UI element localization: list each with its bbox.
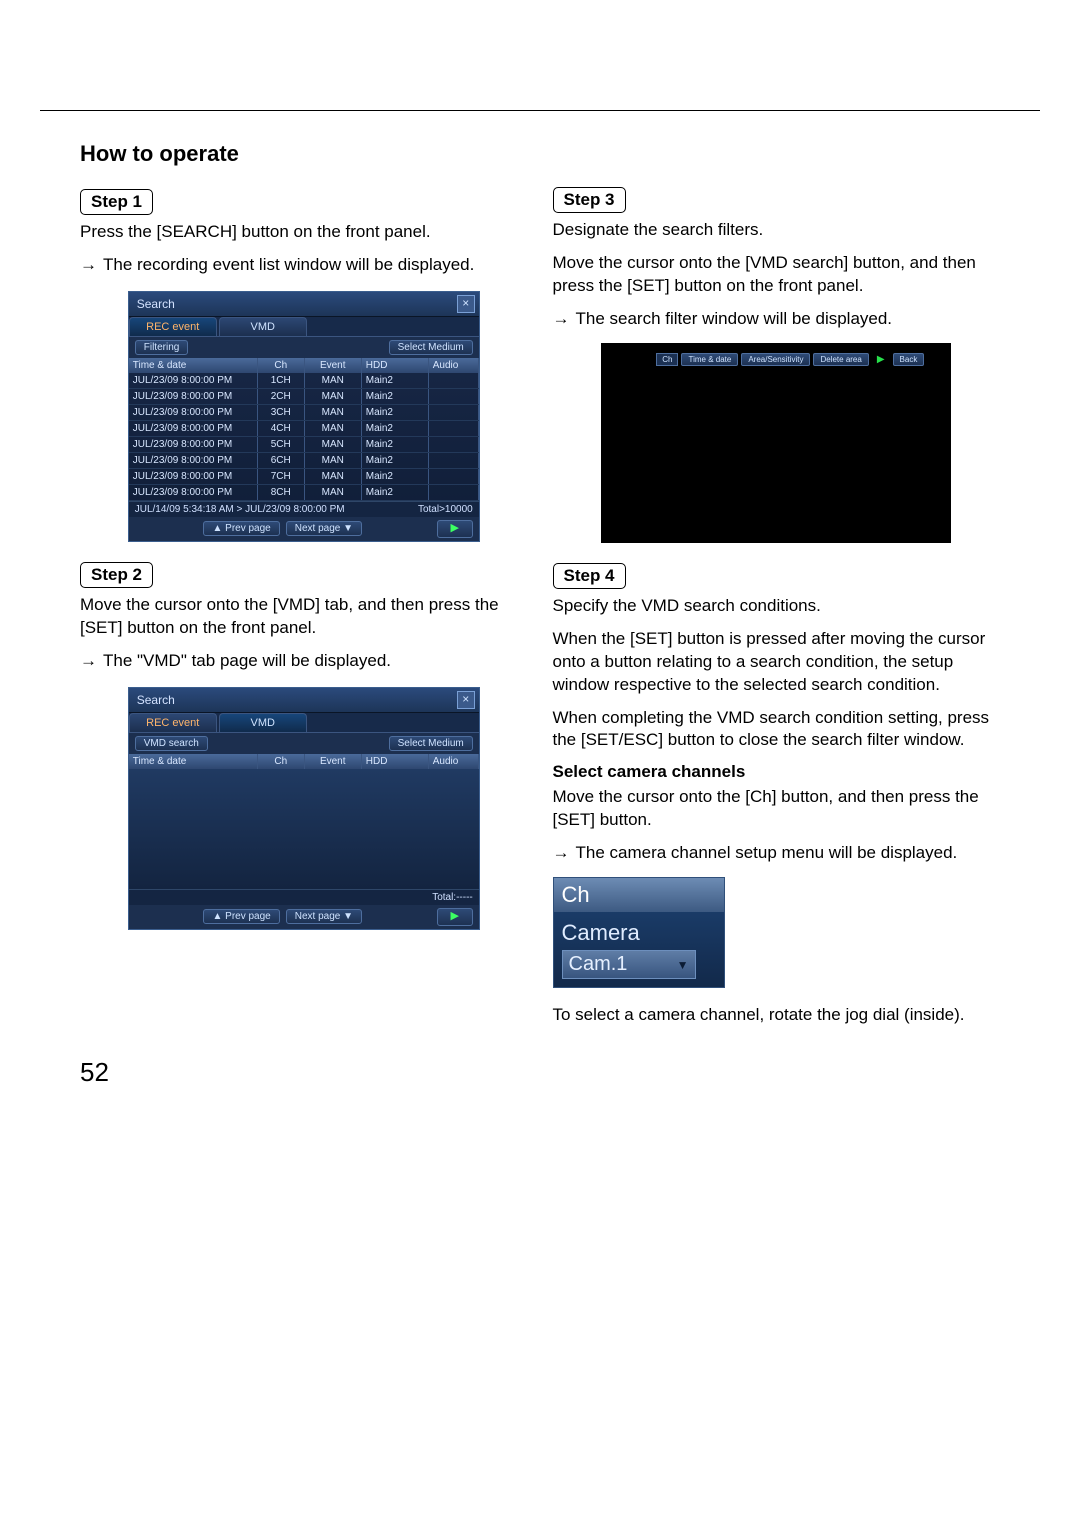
step4-p3: When completing the VMD search condition… xyxy=(553,707,1001,753)
step2-p1: Move the cursor onto the [VMD] tab, and … xyxy=(80,594,528,640)
arrow-icon: → xyxy=(553,842,570,865)
arrow-icon: → xyxy=(80,650,97,673)
camera-select[interactable]: Cam.1 ▼ xyxy=(562,950,696,979)
table-row[interactable]: JUL/23/09 8:00:00 PM7CHMANMain2 xyxy=(129,469,479,485)
step4-label: Step 4 xyxy=(553,563,626,589)
time-date-button[interactable]: Time & date xyxy=(681,353,738,366)
search-title: Search xyxy=(137,297,175,311)
filtering-button[interactable]: Filtering xyxy=(135,340,189,355)
step2-p2: The "VMD" tab page will be displayed. xyxy=(103,650,528,673)
next-page-button[interactable]: Next page ▼ xyxy=(286,521,362,536)
empty-table xyxy=(129,769,479,889)
step3-label: Step 3 xyxy=(553,187,626,213)
prev-page-button[interactable]: ▲ Prev page xyxy=(203,521,279,536)
ch-button[interactable]: Ch xyxy=(656,353,678,366)
search-window-recevent: Search × REC event VMD Filtering Select … xyxy=(128,291,480,542)
back-button[interactable]: Back xyxy=(893,353,925,366)
table-row[interactable]: JUL/23/09 8:00:00 PM4CHMANMain2 xyxy=(129,421,479,437)
step4-p4: Move the cursor onto the [Ch] button, an… xyxy=(553,786,1001,832)
step4-p2: When the [SET] button is pressed after m… xyxy=(553,628,1001,697)
table-row[interactable]: JUL/23/09 8:00:00 PM1CHMANMain2 xyxy=(129,373,479,389)
table-header: Time & date Ch Event HDD Audio xyxy=(129,754,479,769)
arrow-icon: → xyxy=(553,308,570,331)
chevron-down-icon: ▼ xyxy=(677,958,689,972)
table-row[interactable]: JUL/23/09 8:00:00 PM8CHMANMain2 xyxy=(129,485,479,501)
play-icon[interactable]: ▶ xyxy=(437,520,473,538)
page-number: 52 xyxy=(0,1037,1080,1118)
select-camera-heading: Select camera channels xyxy=(553,762,1001,782)
step3-p1: Designate the search filters. xyxy=(553,219,1001,242)
table-row[interactable]: JUL/23/09 8:00:00 PM5CHMANMain2 xyxy=(129,437,479,453)
tab-vmd[interactable]: VMD xyxy=(219,317,307,336)
table-header: Time & date Ch Event HDD Audio xyxy=(129,358,479,373)
ch-popup: Ch Camera Cam.1 ▼ xyxy=(553,877,725,988)
step2-label: Step 2 xyxy=(80,562,153,588)
area-sensitivity-button[interactable]: Area/Sensitivity xyxy=(741,353,810,366)
search-window-vmd: Search × REC event VMD VMD search Select… xyxy=(128,687,480,930)
step1-label: Step 1 xyxy=(80,189,153,215)
search-filter-window: Ch Time & date Area/Sensitivity Delete a… xyxy=(601,343,951,543)
status-total: Total:----- xyxy=(432,892,473,903)
search-title: Search xyxy=(137,693,175,707)
tab-vmd[interactable]: VMD xyxy=(219,713,307,732)
next-page-button[interactable]: Next page ▼ xyxy=(286,909,362,924)
table-row[interactable]: JUL/23/09 8:00:00 PM2CHMANMain2 xyxy=(129,389,479,405)
step1-p1: Press the [SEARCH] button on the front p… xyxy=(80,221,528,244)
step4-p5: The camera channel setup menu will be di… xyxy=(576,842,1001,865)
close-icon[interactable]: × xyxy=(457,691,475,709)
step3-p2: Move the cursor onto the [VMD search] bu… xyxy=(553,252,1001,298)
close-icon[interactable]: × xyxy=(457,295,475,313)
prev-page-button[interactable]: ▲ Prev page xyxy=(203,909,279,924)
step1-p2: The recording event list window will be … xyxy=(103,254,528,277)
camera-value: Cam.1 xyxy=(569,953,628,976)
step3-p3: The search filter window will be display… xyxy=(576,308,1001,331)
table-row[interactable]: JUL/23/09 8:00:00 PM3CHMANMain2 xyxy=(129,405,479,421)
tab-rec-event[interactable]: REC event xyxy=(129,317,217,336)
step4-p6: To select a camera channel, rotate the j… xyxy=(553,1004,1001,1027)
left-column: How to operate Step 1 Press the [SEARCH]… xyxy=(80,141,528,1037)
right-column: Step 3 Designate the search filters. Mov… xyxy=(553,141,1001,1037)
ch-popup-title: Ch xyxy=(554,878,724,912)
table-row[interactable]: JUL/23/09 8:00:00 PM6CHMANMain2 xyxy=(129,453,479,469)
step4-p1: Specify the VMD search conditions. xyxy=(553,595,1001,618)
vmd-search-button[interactable]: VMD search xyxy=(135,736,208,751)
select-medium-button[interactable]: Select Medium xyxy=(389,736,473,751)
play-icon[interactable]: ▶ xyxy=(872,354,890,365)
select-medium-button[interactable]: Select Medium xyxy=(389,340,473,355)
status-total: Total>10000 xyxy=(418,504,473,515)
camera-label: Camera xyxy=(562,920,716,946)
tab-rec-event[interactable]: REC event xyxy=(129,713,217,732)
arrow-icon: → xyxy=(80,254,97,277)
play-icon[interactable]: ▶ xyxy=(437,908,473,926)
status-range: JUL/14/09 5:34:18 AM > JUL/23/09 8:00:00… xyxy=(135,504,345,515)
delete-area-button[interactable]: Delete area xyxy=(813,353,868,366)
section-heading: How to operate xyxy=(80,141,528,167)
